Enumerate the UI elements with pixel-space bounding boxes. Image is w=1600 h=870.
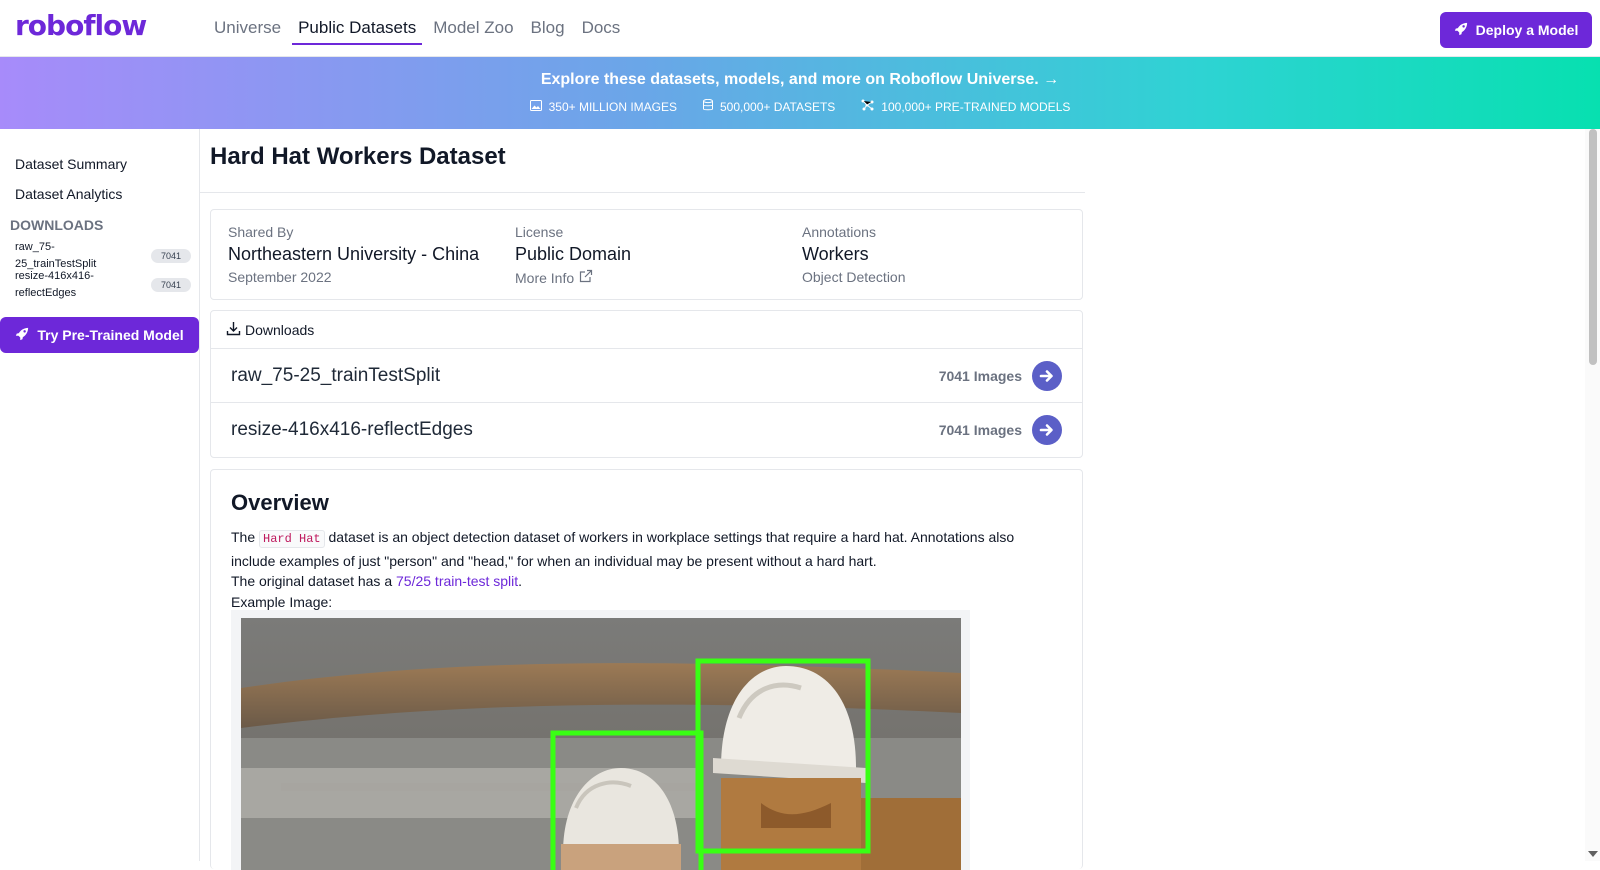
sidebar: Dataset Summary Dataset Analytics DOWNLO… xyxy=(0,129,200,861)
deploy-model-button[interactable]: Deploy a Model xyxy=(1440,12,1592,48)
overview-text: . xyxy=(518,573,523,589)
overview-text: The original dataset has a xyxy=(231,573,396,589)
train-test-split-link[interactable]: 75/25 train-test split xyxy=(396,573,518,589)
meta-license-label: License xyxy=(515,224,564,240)
download-icon xyxy=(226,321,241,339)
nav-blog[interactable]: Blog xyxy=(525,0,571,45)
stat-models-label: 100,000+ PRE-TRAINED MODELS xyxy=(881,99,1071,114)
rocket-icon xyxy=(15,327,29,344)
download-row-name: resize-416x416-reflectEdges xyxy=(231,419,473,440)
stat-datasets-label: 500,000+ DATASETS xyxy=(720,99,836,114)
overview-text: The xyxy=(231,529,260,545)
page-title: Hard Hat Workers Dataset xyxy=(210,143,506,170)
meta-shared-by-date: September 2022 xyxy=(228,269,332,285)
meta-shared-by-label: Shared By xyxy=(228,224,294,240)
overview-card: Overview The Hard Hat dataset is an obje… xyxy=(210,469,1083,870)
meta-license-value: Public Domain xyxy=(515,244,632,264)
nav-universe[interactable]: Universe xyxy=(208,0,287,45)
example-image xyxy=(241,618,961,870)
overview-split-line: The original dataset has a 75/25 train-t… xyxy=(231,570,1051,592)
meta-annotation-type: Object Detection xyxy=(802,269,906,285)
meta-shared-by: Shared By Northeastern University - Chin… xyxy=(228,224,479,285)
download-row[interactable]: raw_75-25_trainTestSplit 7041 Images xyxy=(211,349,1082,403)
arrow-right-icon[interactable] xyxy=(1032,415,1062,445)
sidebar-download-name: resize-416x416-reflectEdges xyxy=(15,270,94,299)
nav-public-datasets[interactable]: Public Datasets xyxy=(292,0,423,45)
banner-headline-link[interactable]: Explore these datasets, models, and more… xyxy=(0,71,1600,89)
network-icon xyxy=(861,99,874,114)
database-icon xyxy=(703,98,713,114)
downloads-card: Downloads raw_75-25_trainTestSplit 7041 … xyxy=(210,310,1083,458)
image-icon xyxy=(529,99,542,114)
banner-stats: 350+ MILLION IMAGES 500,000+ DATASETS 10… xyxy=(0,98,1600,114)
sidebar-item-dataset-analytics[interactable]: Dataset Analytics xyxy=(15,186,122,202)
stat-models: 100,000+ PRE-TRAINED MODELS xyxy=(861,99,1070,114)
stat-images: 350+ MILLION IMAGES xyxy=(529,99,677,114)
top-navbar: roboflow Universe Public Datasets Model … xyxy=(0,0,1600,57)
download-row-image-count: 7041 Images xyxy=(938,422,1022,438)
sidebar-download-count-badge: 7041 xyxy=(150,249,191,263)
deploy-model-label: Deploy a Model xyxy=(1475,22,1579,38)
dataset-meta-card: Shared By Northeastern University - Chin… xyxy=(210,209,1083,300)
page-scrollbar[interactable] xyxy=(1585,129,1600,861)
scroll-down-arrow-icon[interactable] xyxy=(1588,851,1598,857)
nav-model-zoo[interactable]: Model Zoo xyxy=(427,0,519,45)
try-pretrained-model-button[interactable]: Try Pre-Trained Model xyxy=(0,317,199,353)
arrow-right-icon[interactable] xyxy=(1032,360,1062,391)
meta-shared-by-value: Northeastern University - China xyxy=(228,244,480,264)
scrollbar-thumb[interactable] xyxy=(1589,129,1597,365)
overview-paragraph: The Hard Hat dataset is an object detect… xyxy=(231,526,1051,572)
example-image-frame xyxy=(231,610,970,870)
hard-hat-workers-photo xyxy=(241,618,961,870)
downloads-card-title: Downloads xyxy=(245,321,315,338)
stat-datasets: 500,000+ DATASETS xyxy=(703,98,836,114)
overview-heading: Overview xyxy=(231,490,329,515)
meta-annotations-label: Annotations xyxy=(802,224,876,240)
sidebar-downloads-heading: DOWNLOADS xyxy=(10,217,104,233)
download-row-name: raw_75-25_trainTestSplit xyxy=(231,364,441,386)
try-pretrained-model-label: Try Pre-Trained Model xyxy=(37,327,184,343)
license-more-info-link[interactable]: More Info xyxy=(515,269,631,286)
license-more-info-label: More Info xyxy=(515,269,575,286)
inline-code-hard-hat: Hard Hat xyxy=(259,530,325,548)
meta-license: License Public Domain More Info xyxy=(515,224,631,286)
sidebar-download-count-badge: 7041 xyxy=(150,278,191,292)
downloads-card-header: Downloads xyxy=(211,311,1082,349)
rocket-icon xyxy=(1454,22,1468,39)
download-row[interactable]: resize-416x416-reflectEdges 7041 Images xyxy=(211,403,1082,457)
universe-banner: Explore these datasets, models, and more… xyxy=(0,57,1600,129)
sidebar-item-dataset-summary[interactable]: Dataset Summary xyxy=(15,156,127,172)
download-row-image-count: 7041 Images xyxy=(938,367,1022,384)
meta-annotations-value: Workers xyxy=(802,244,869,264)
stat-images-label: 350+ MILLION IMAGES xyxy=(548,99,677,114)
main-nav: Universe Public Datasets Model Zoo Blog … xyxy=(208,0,631,57)
roboflow-logo[interactable]: roboflow xyxy=(15,9,147,42)
sidebar-download-item[interactable]: resize-416x416-reflectEdges 7041 xyxy=(15,268,191,302)
nav-docs[interactable]: Docs xyxy=(576,0,627,45)
title-divider xyxy=(200,192,1085,193)
meta-annotations: Annotations Workers Object Detection xyxy=(802,224,906,285)
overview-text: dataset is an object detection dataset o… xyxy=(231,529,1015,569)
external-link-icon xyxy=(579,269,593,286)
